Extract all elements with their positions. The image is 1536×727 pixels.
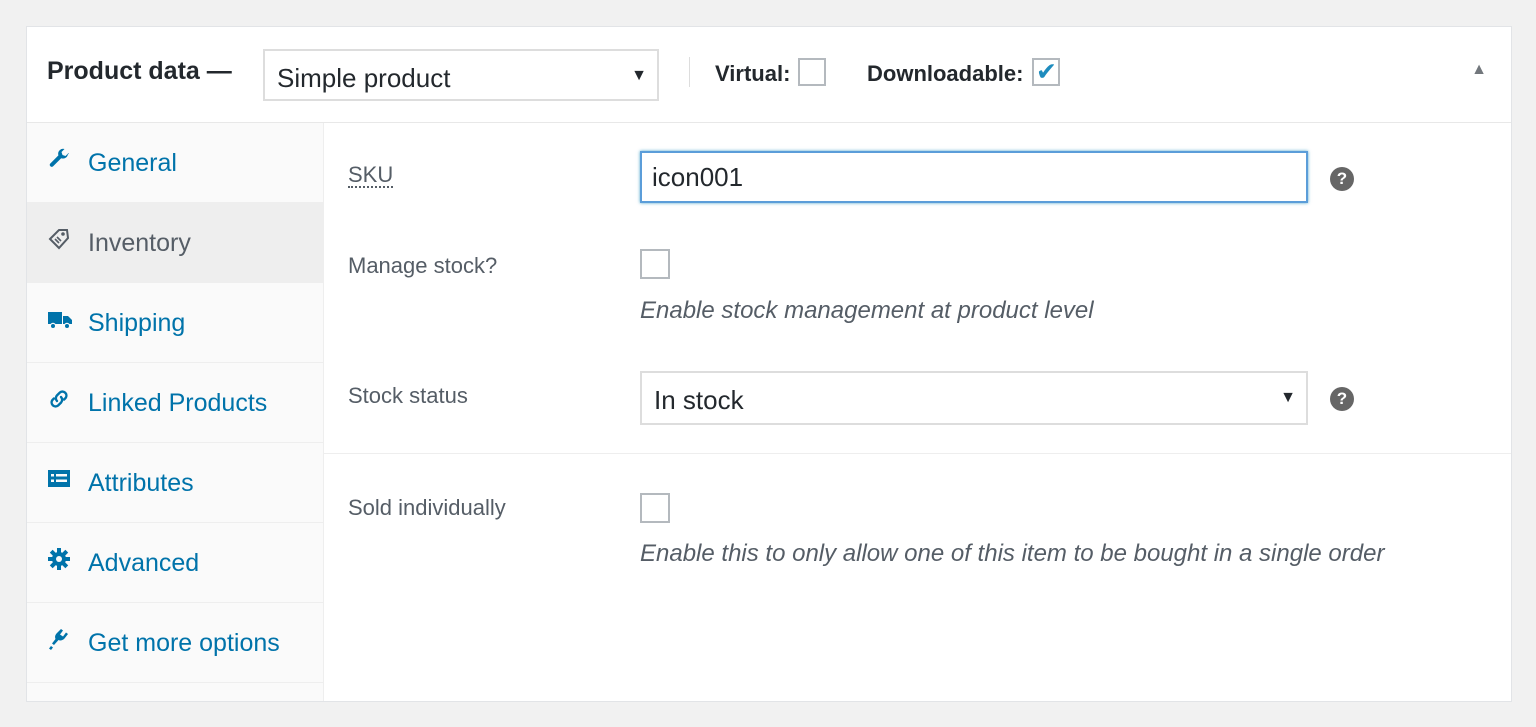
stock-status-label: Stock status <box>348 383 468 408</box>
tab-linked-products[interactable]: Linked Products <box>27 363 323 443</box>
stock-status-value: In stock <box>654 385 744 415</box>
gear-icon <box>47 547 71 571</box>
tag-icon <box>47 227 71 251</box>
tab-general[interactable]: General <box>27 123 323 203</box>
inventory-panel: SKU ? Manage stock? Enable stock managem… <box>324 123 1511 701</box>
header-divider <box>689 57 690 87</box>
tab-label: General <box>88 149 177 177</box>
dropdown-caret-icon: ▼ <box>1280 389 1296 406</box>
downloadable-label: Downloadable: <box>867 61 1024 86</box>
tab-advanced[interactable]: Advanced <box>27 523 323 603</box>
stock-status-help-icon[interactable]: ? <box>1330 387 1354 411</box>
product-data-panel: Product data — Simple product ▼ Virtual:… <box>26 26 1512 702</box>
downloadable-checkbox[interactable]: ✔ <box>1032 58 1060 86</box>
sku-input[interactable] <box>640 151 1308 203</box>
list-icon <box>47 467 71 491</box>
manage-stock-checkbox[interactable] <box>640 249 670 279</box>
collapse-toggle-icon[interactable]: ▲ <box>1471 61 1487 79</box>
sold-individually-checkbox[interactable] <box>640 493 670 523</box>
product-type-value: Simple product <box>277 63 451 93</box>
tab-label: Linked Products <box>88 389 268 417</box>
virtual-label: Virtual: <box>715 61 791 86</box>
product-data-tabs: General Inventory Shipping Linked Produc… <box>27 123 324 701</box>
plugin-icon <box>47 627 71 651</box>
tab-label: Attributes <box>88 469 194 497</box>
manage-stock-label: Manage stock? <box>348 253 498 278</box>
tab-label: Inventory <box>88 229 191 257</box>
virtual-checkbox[interactable] <box>798 58 826 86</box>
panel-title: Product data — <box>47 57 232 85</box>
checkmark-icon: ✔ <box>1036 58 1057 86</box>
sku-help-icon[interactable]: ? <box>1330 167 1354 191</box>
tab-inventory[interactable]: Inventory <box>27 203 323 283</box>
panel-header: Product data — Simple product ▼ Virtual:… <box>27 27 1511 123</box>
truck-icon <box>47 307 72 331</box>
wrench-icon <box>47 147 71 171</box>
sku-label: SKU <box>348 162 394 188</box>
link-icon <box>47 387 71 411</box>
tab-label: Advanced <box>88 549 200 577</box>
sku-field[interactable] <box>642 153 1306 201</box>
dropdown-caret-icon: ▼ <box>631 67 647 84</box>
sold-individually-label: Sold individually <box>348 495 506 520</box>
tab-label: Shipping <box>88 309 186 337</box>
stock-status-select[interactable]: In stock ▼ <box>640 371 1308 425</box>
section-divider <box>324 453 1511 454</box>
manage-stock-description: Enable stock management at product level <box>640 297 1094 324</box>
tab-label: Get more options <box>88 629 280 657</box>
product-type-select[interactable]: Simple product ▼ <box>263 49 659 101</box>
sold-individually-description: Enable this to only allow one of this it… <box>640 540 1385 567</box>
tab-shipping[interactable]: Shipping <box>27 283 323 363</box>
tab-attributes[interactable]: Attributes <box>27 443 323 523</box>
tab-get-more-options[interactable]: Get more options <box>27 603 323 683</box>
